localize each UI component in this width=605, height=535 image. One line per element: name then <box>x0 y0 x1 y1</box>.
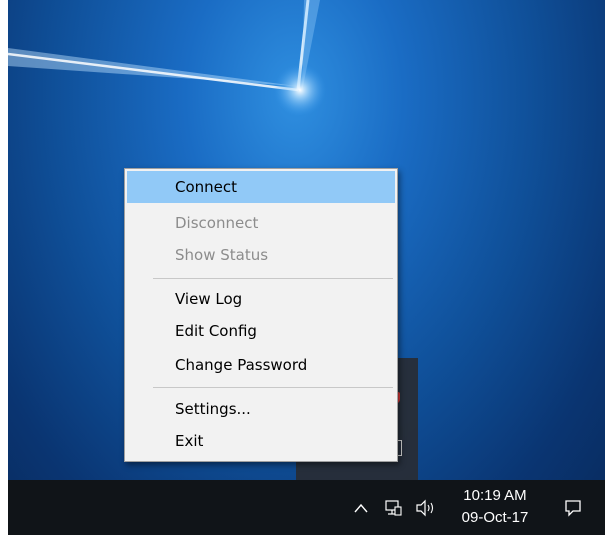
desktop: Connect Disconnect Show Status View Log … <box>8 0 605 535</box>
menu-item-connect[interactable]: Connect <box>127 171 395 203</box>
action-center-icon[interactable] <box>558 480 588 535</box>
clock-date: 09-Oct-17 <box>461 509 529 526</box>
menu-item-disconnect[interactable]: Disconnect <box>127 207 395 239</box>
menu-item-edit-config[interactable]: Edit Config <box>127 315 395 347</box>
network-icon[interactable] <box>380 480 406 535</box>
chevron-up-icon[interactable] <box>348 480 374 535</box>
menu-separator <box>153 278 393 279</box>
taskbar-clock[interactable]: 10:19 AM 09-Oct-17 <box>448 483 542 533</box>
tray-context-menu: Connect Disconnect Show Status View Log … <box>124 168 398 462</box>
menu-item-change-password[interactable]: Change Password <box>127 349 395 381</box>
menu-separator <box>153 387 393 388</box>
menu-item-view-log[interactable]: View Log <box>127 283 395 315</box>
menu-item-settings[interactable]: Settings... <box>127 393 395 425</box>
clock-time: 10:19 AM <box>463 487 527 504</box>
volume-icon[interactable] <box>410 480 442 535</box>
menu-item-show-status[interactable]: Show Status <box>127 239 395 271</box>
taskbar: 10:19 AM 09-Oct-17 <box>8 480 605 535</box>
menu-item-exit[interactable]: Exit <box>127 425 395 457</box>
